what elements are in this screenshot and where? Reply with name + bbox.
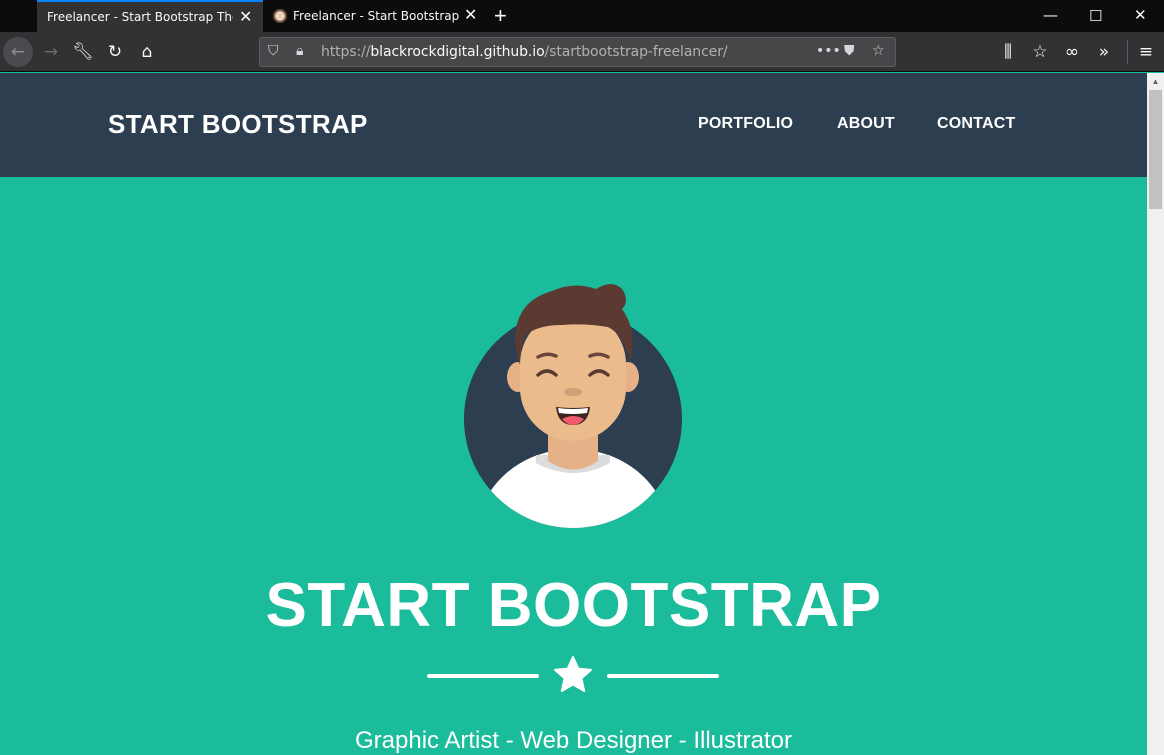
reload-icon[interactable]: ↻ bbox=[100, 37, 130, 67]
url-bar[interactable]: ⛉ 🔒︎ https://blackrockdigital.github.io/… bbox=[259, 37, 896, 67]
minimize-icon[interactable]: — bbox=[1043, 6, 1058, 24]
divider-line-left bbox=[427, 674, 539, 678]
mask-icon[interactable]: ∞ bbox=[1057, 37, 1087, 67]
library-icon[interactable]: ⫼ bbox=[993, 37, 1023, 67]
shield-icon[interactable]: ⛉ bbox=[268, 43, 279, 59]
avatar-image bbox=[464, 284, 682, 528]
forward-icon[interactable]: → bbox=[36, 37, 66, 67]
url-domain: blackrockdigital.github.io bbox=[370, 44, 545, 60]
scroll-up-arrow-icon[interactable]: ▲ bbox=[1147, 73, 1164, 90]
browser-toolbar: ← → 🔧︎ ↻ ⌂ ⛉ 🔒︎ https://blackrockdigital… bbox=[0, 32, 1164, 72]
bookmarks-icon[interactable]: ☆ bbox=[1025, 37, 1055, 67]
avatar-favicon-icon bbox=[273, 9, 287, 23]
tab-freelancer-active[interactable]: Freelancer - Start Bootstrap Theme ✕ bbox=[37, 0, 263, 32]
tab-title: Freelancer - Start Bootstrap The bbox=[293, 9, 459, 23]
tab-freelancer[interactable]: Freelancer - Start Bootstrap The ✕ bbox=[264, 0, 488, 32]
page-scrollbar[interactable]: ▲ bbox=[1147, 73, 1164, 755]
divider-line-right bbox=[607, 674, 719, 678]
star-icon[interactable]: ☆ bbox=[872, 43, 885, 59]
tab-title: Freelancer - Start Bootstrap Theme bbox=[47, 10, 233, 24]
home-icon[interactable]: ⌂ bbox=[132, 37, 162, 67]
masthead-title: START BOOTSTRAP bbox=[265, 571, 882, 640]
star-icon bbox=[554, 656, 592, 692]
scroll-thumb[interactable] bbox=[1149, 90, 1162, 209]
close-tab-icon[interactable]: ✕ bbox=[239, 7, 252, 26]
site-navbar: START BOOTSTRAP PORTFOLIO ABOUT CONTACT bbox=[0, 73, 1147, 177]
url-text[interactable]: https://blackrockdigital.github.io/start… bbox=[321, 44, 728, 60]
page-viewport: START BOOTSTRAP PORTFOLIO ABOUT CONTACT bbox=[0, 73, 1147, 755]
more-icon[interactable]: ••• bbox=[816, 43, 841, 59]
lock-icon[interactable]: 🔒︎ bbox=[296, 43, 303, 59]
menu-icon[interactable]: ≡ bbox=[1131, 37, 1161, 67]
url-path: /startbootstrap-freelancer/ bbox=[544, 44, 728, 60]
close-tab-icon[interactable]: ✕ bbox=[464, 5, 477, 24]
masthead-subheading: Graphic Artist - Web Designer - Illustra… bbox=[354, 727, 793, 754]
close-window-icon[interactable]: ✕ bbox=[1134, 6, 1147, 24]
pocket-icon[interactable]: ⛊ bbox=[844, 43, 855, 59]
maximize-icon[interactable]: ☐ bbox=[1089, 7, 1102, 25]
brand-link[interactable]: START BOOTSTRAP bbox=[108, 109, 368, 140]
nav-link-contact[interactable]: CONTACT bbox=[937, 115, 1015, 133]
tab-strip: Freelancer - Start Bootstrap Theme ✕ Fre… bbox=[0, 0, 1164, 32]
new-tab-icon[interactable]: + bbox=[494, 3, 507, 29]
wrench-icon[interactable]: 🔧︎ bbox=[68, 37, 98, 67]
back-icon[interactable]: ← bbox=[3, 37, 33, 67]
nav-link-portfolio[interactable]: PORTFOLIO bbox=[698, 115, 793, 133]
url-prefix: https:// bbox=[321, 44, 371, 60]
toolbar-separator bbox=[1127, 40, 1128, 64]
nav-link-about[interactable]: ABOUT bbox=[837, 115, 895, 133]
overflow-icon[interactable]: » bbox=[1089, 37, 1119, 67]
